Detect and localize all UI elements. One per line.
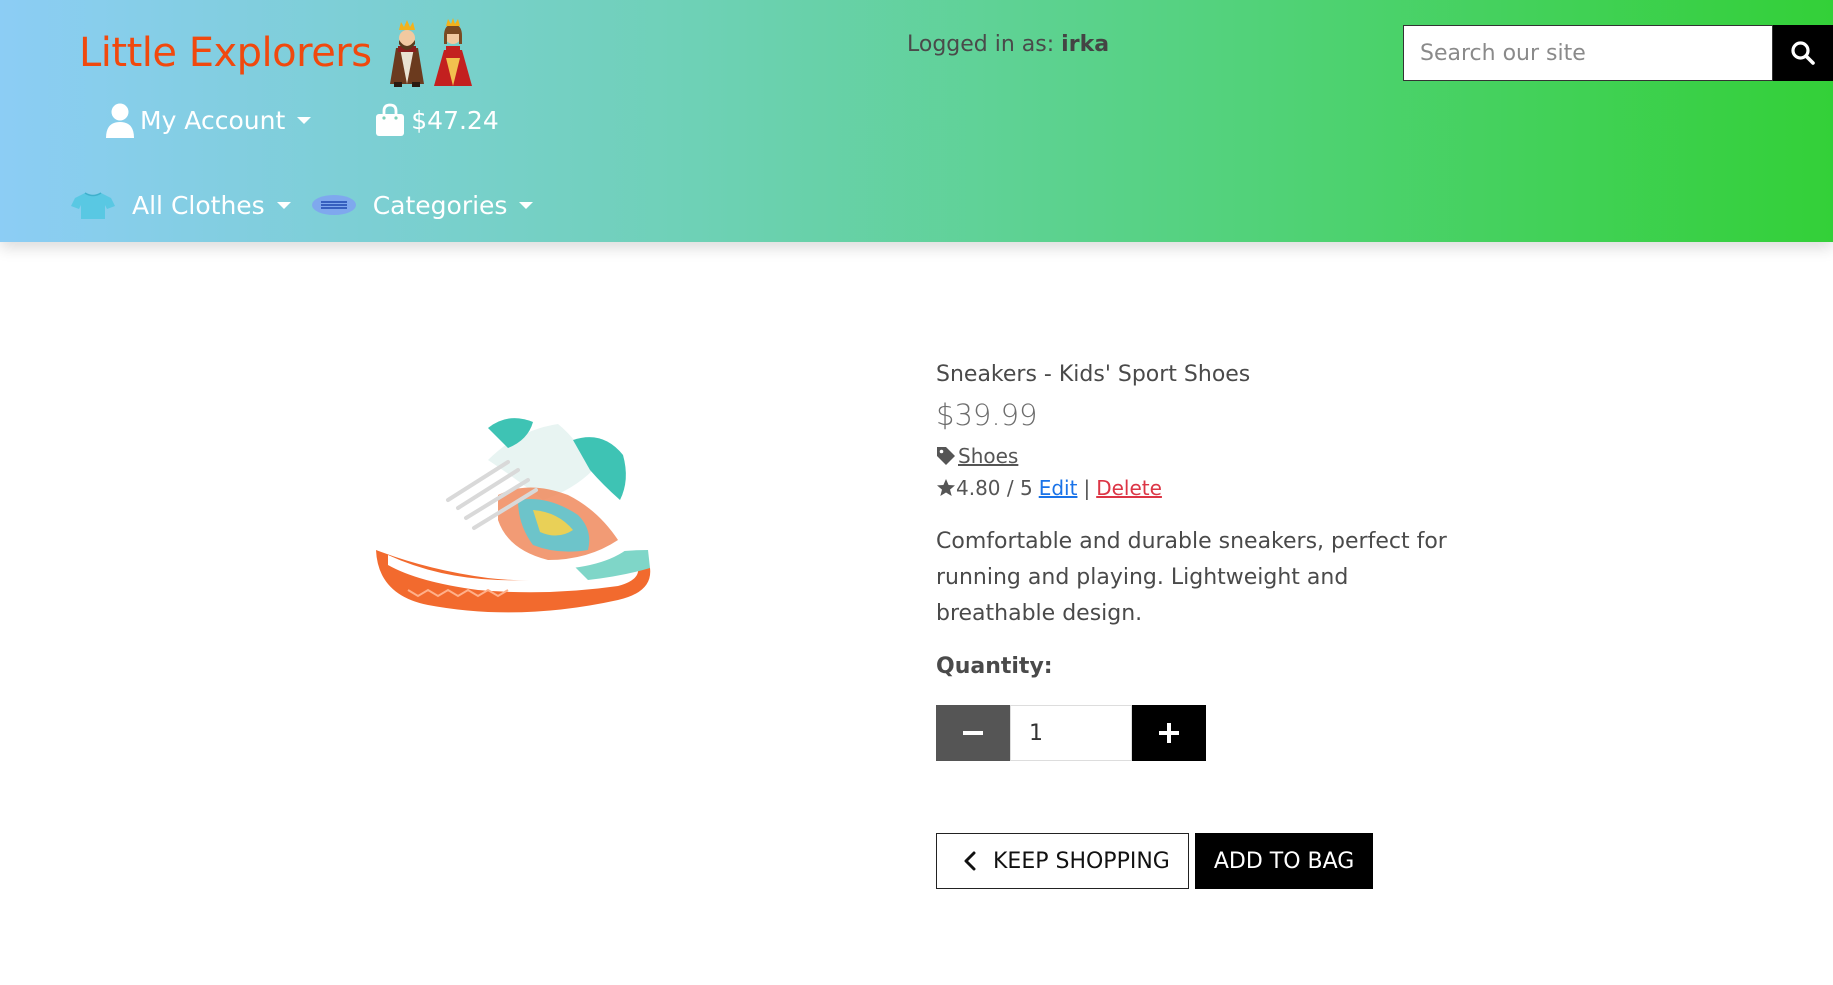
keep-shopping-button[interactable]: KEEP SHOPPING [936,833,1189,889]
product-price: $39.99 [936,398,1038,432]
category-link[interactable]: Shoes [958,444,1018,468]
login-status: Logged in as: irka [907,32,1109,57]
chevron-down-icon [276,201,291,209]
delete-product-link[interactable]: Delete [1096,476,1162,500]
shopping-bag-link[interactable]: $47.24 [375,103,499,137]
search-input[interactable] [1403,25,1773,81]
product-details: Sneakers - Kids' Sport Shoes $39.99 Shoe… [936,360,1456,889]
star-icon [937,479,955,496]
chevron-left-icon [964,851,976,871]
logged-in-user: irka [1061,32,1110,57]
search-icon [1791,41,1815,65]
categories-label: Categories [372,190,508,220]
keep-shopping-label: KEEP SHOPPING [993,848,1170,874]
increment-button[interactable] [1132,705,1206,761]
product-name: Sneakers - Kids' Sport Shoes [936,362,1251,387]
add-to-bag-button[interactable]: ADD TO BAG [1194,833,1374,889]
account-nav: My Account $47.24 [104,102,499,138]
product-image [368,400,658,640]
all-clothes-dropdown[interactable]: All Clothes [70,190,291,220]
chevron-down-icon [519,201,534,209]
my-account-dropdown[interactable]: My Account [104,102,312,138]
all-clothes-label: All Clothes [132,190,265,220]
my-account-label: My Account [140,105,286,135]
rating-value: 4.80 / 5 [956,476,1033,500]
add-to-bag-label: ADD TO BAG [1213,848,1355,874]
product-actions: KEEP SHOPPING ADD TO BAG [936,833,1456,889]
brand-logo[interactable]: Little Explorers [79,18,474,88]
minus-icon [963,731,983,735]
plus-icon [1159,723,1179,743]
quantity-stepper [936,705,1456,761]
site-header: Little Explorers Logged in as: irka Sear… [0,0,1833,242]
main-nav: All Clothes Categories [70,190,534,220]
tag-icon [937,447,955,465]
product-rating: 4.80 / 5 Edit | Delete [936,476,1456,500]
link-separator: | [1083,476,1091,500]
edit-product-link[interactable]: Edit [1039,476,1078,500]
royal-couple-icon [386,18,474,88]
categories-dropdown[interactable]: Categories [311,191,534,220]
bag-total: $47.24 [411,105,499,135]
logged-in-label: Logged in as: [907,32,1055,57]
decrement-button[interactable] [936,705,1010,761]
search-button[interactable] [1773,25,1833,81]
quantity-input[interactable] [1010,705,1132,761]
product-description: Comfortable and durable sneakers, perfec… [936,529,1447,626]
brand-name[interactable]: Little Explorers [79,30,372,76]
quantity-label: Quantity: [936,654,1053,679]
chevron-down-icon [297,116,312,124]
search-form [1403,25,1833,81]
shopping-bag-icon [376,103,405,136]
user-icon [106,103,134,138]
categories-icon [311,195,356,215]
tshirt-icon [71,192,115,219]
product-category: Shoes [936,444,1456,468]
